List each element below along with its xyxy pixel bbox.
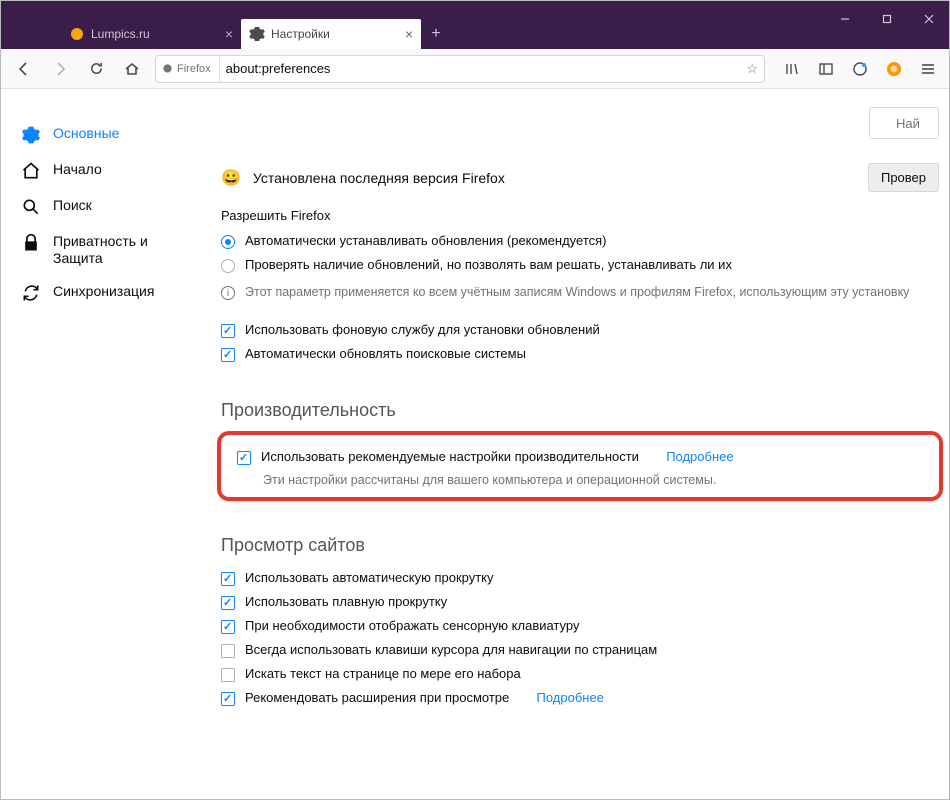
url-input[interactable]: [226, 56, 741, 82]
checkbox-icon[interactable]: [221, 620, 235, 634]
close-icon[interactable]: ×: [405, 27, 413, 41]
settings-sidebar: Основные Начало Поиск Приватность и Защи…: [1, 109, 201, 801]
cb-smooth-scroll[interactable]: Использовать плавную прокрутку: [221, 590, 939, 614]
browsing-more-link[interactable]: Подробнее: [536, 690, 603, 705]
checkbox-icon[interactable]: [221, 596, 235, 610]
navbar: Firefox ☆: [1, 49, 949, 89]
site-identity[interactable]: Firefox: [162, 56, 220, 82]
cb-recommend-ext[interactable]: Рекомендовать расширения при просмотре П…: [221, 686, 939, 710]
forward-button[interactable]: [47, 56, 73, 82]
identity-label: Firefox: [177, 63, 211, 75]
close-window-icon[interactable]: [915, 9, 943, 29]
sidebar-item-label: Основные: [53, 125, 119, 141]
checkbox-label: При необходимости отображать сенсорную к…: [245, 618, 579, 633]
updates-shared-info: i Этот параметр применяется ко всем учёт…: [221, 277, 939, 308]
bookmark-star-icon[interactable]: ☆: [746, 61, 758, 77]
home-button[interactable]: [119, 56, 145, 82]
radio-icon[interactable]: [221, 235, 235, 249]
lumpics-favicon-icon: [69, 26, 85, 42]
search-icon: [21, 197, 41, 217]
checkbox-label: Искать текст на странице по мере его наб…: [245, 666, 521, 681]
performance-highlight: Использовать рекомендуемые настройки про…: [217, 431, 943, 501]
close-icon[interactable]: ×: [225, 27, 233, 41]
radio-icon[interactable]: [221, 259, 235, 273]
shield-icon[interactable]: [849, 58, 871, 80]
sidebar-item-label: Синхронизация: [53, 283, 154, 299]
updates-radio-auto[interactable]: Автоматически устанавливать обновления (…: [221, 229, 939, 253]
info-icon: i: [221, 286, 235, 300]
sidebar-item-label: Приватность и Защита: [53, 233, 191, 267]
maximize-icon[interactable]: [873, 9, 901, 29]
cb-bg-service[interactable]: Использовать фоновую службу для установк…: [221, 318, 939, 342]
perf-hint: Эти настройки рассчитаны для вашего комп…: [237, 469, 923, 487]
tab-settings[interactable]: Настройки ×: [241, 19, 421, 49]
section-title-browsing: Просмотр сайтов: [221, 535, 939, 556]
checkbox-icon[interactable]: [221, 572, 235, 586]
content: Основные Начало Поиск Приватность и Защи…: [1, 89, 949, 801]
checkbox-icon[interactable]: [221, 644, 235, 658]
gear-icon: [21, 125, 41, 145]
sidebar-toggle-icon[interactable]: [815, 58, 837, 80]
checkbox-icon[interactable]: [221, 668, 235, 682]
gear-icon: [249, 26, 265, 42]
tab-label: Настройки: [271, 27, 330, 41]
cb-autoscroll[interactable]: Использовать автоматическую прокрутку: [221, 566, 939, 590]
checkbox-label: Использовать автоматическую прокрутку: [245, 570, 494, 585]
firefox-account-icon[interactable]: [883, 58, 905, 80]
checkbox-icon[interactable]: [237, 451, 251, 465]
back-button[interactable]: [11, 56, 37, 82]
settings-main: 😀 Установлена последняя версия Firefox П…: [201, 109, 949, 801]
updates-radio-check[interactable]: Проверять наличие обновлений, но позволя…: [221, 253, 939, 277]
radio-label: Автоматически устанавливать обновления (…: [245, 233, 607, 248]
checkbox-label: Автоматически обновлять поисковые систем…: [245, 346, 526, 361]
checkbox-icon[interactable]: [221, 324, 235, 338]
checkbox-label: Рекомендовать расширения при просмотре: [245, 690, 509, 705]
sidebar-item-label: Начало: [53, 161, 102, 177]
content-scroll[interactable]: Основные Начало Поиск Приватность и Защи…: [1, 89, 949, 801]
minimize-icon[interactable]: [831, 9, 859, 29]
new-tab-button[interactable]: +: [421, 19, 451, 49]
sync-icon: [21, 283, 41, 303]
update-status-text: Установлена последняя версия Firefox: [253, 170, 505, 186]
library-icon[interactable]: [781, 58, 803, 80]
toolbar-right: [775, 58, 939, 80]
radio-label: Проверять наличие обновлений, но позволя…: [245, 257, 732, 272]
section-title-performance: Производительность: [221, 400, 939, 421]
checkbox-label: Использовать фоновую службу для установк…: [245, 322, 600, 337]
checkbox-label: Использовать плавную прокрутку: [245, 594, 447, 609]
info-text: Этот параметр применяется ко всем учётны…: [245, 285, 909, 300]
sidebar-item-label: Поиск: [53, 197, 92, 213]
settings-search-input[interactable]: [869, 107, 939, 139]
lock-icon: [21, 233, 41, 253]
tab-lumpics[interactable]: Lumpics.ru ×: [61, 19, 241, 49]
url-box[interactable]: Firefox ☆: [155, 55, 765, 83]
menu-icon[interactable]: [917, 58, 939, 80]
checkbox-label: Использовать рекомендуемые настройки про…: [261, 449, 639, 464]
cb-recommended-perf[interactable]: Использовать рекомендуемые настройки про…: [237, 445, 923, 469]
permit-label: Разрешить Firefox: [221, 208, 939, 223]
tabstrip: Lumpics.ru × Настройки × +: [1, 1, 831, 49]
titlebar: Lumpics.ru × Настройки × +: [1, 1, 949, 49]
sidebar-item-general[interactable]: Основные: [11, 117, 201, 153]
tab-label: Lumpics.ru: [91, 27, 150, 41]
cb-touch-keyboard[interactable]: При необходимости отображать сенсорную к…: [221, 614, 939, 638]
reload-button[interactable]: [83, 56, 109, 82]
update-status-row: 😀 Установлена последняя версия Firefox П…: [221, 163, 939, 192]
cb-update-engines[interactable]: Автоматически обновлять поисковые систем…: [221, 342, 939, 366]
cb-search-typing[interactable]: Искать текст на странице по мере его наб…: [221, 662, 939, 686]
check-updates-button[interactable]: Провер: [868, 163, 939, 192]
checkbox-icon[interactable]: [221, 692, 235, 706]
checkbox-icon[interactable]: [221, 348, 235, 362]
sidebar-item-search[interactable]: Поиск: [11, 189, 201, 225]
smile-icon: 😀: [221, 168, 241, 188]
cb-cursor-nav[interactable]: Всегда использовать клавиши курсора для …: [221, 638, 939, 662]
checkbox-label: Всегда использовать клавиши курсора для …: [245, 642, 657, 657]
sidebar-item-sync[interactable]: Синхронизация: [11, 275, 201, 311]
home-icon: [21, 161, 41, 181]
sidebar-item-privacy[interactable]: Приватность и Защита: [11, 225, 201, 275]
window-controls: [831, 1, 949, 29]
perf-more-link[interactable]: Подробнее: [666, 449, 733, 464]
sidebar-item-home[interactable]: Начало: [11, 153, 201, 189]
